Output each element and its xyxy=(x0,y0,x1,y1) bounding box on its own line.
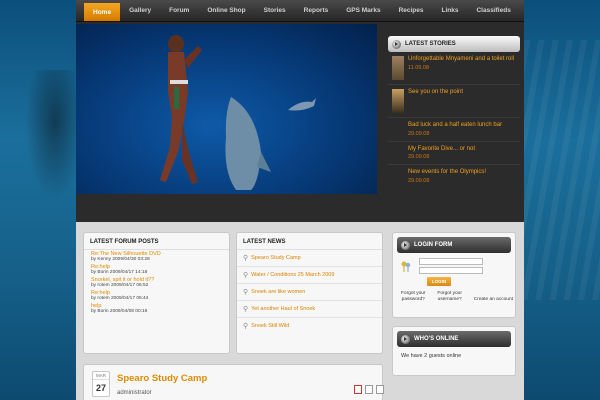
news-item[interactable]: ⚲ Snoek are like women xyxy=(237,284,382,301)
paperclip-icon: ⚲ xyxy=(243,289,249,296)
shark-image xyxy=(225,97,271,190)
news-item[interactable]: ⚲ Water / Conditions 25 March 2009 xyxy=(237,267,382,284)
forum-post-meta: by Borin 2009/04/17 14:18 xyxy=(91,270,148,275)
create-account-label: Create an account xyxy=(473,297,513,302)
story-thumbnail xyxy=(392,89,404,113)
latest-forum-posts-panel: LATEST FORUM POSTS Re:The New Silhouette… xyxy=(83,232,230,354)
story-item[interactable]: New events for the Olympics! 29.09.08 xyxy=(388,165,520,188)
paperclip-icon: ⚲ xyxy=(243,255,249,262)
story-item[interactable]: See you on the point xyxy=(388,85,520,118)
whos-online-panel: WHO'S ONLINE We have 2 guests online xyxy=(392,326,516,376)
latest-news-panel: LATEST NEWS ⚲ Spearo Study Camp ⚲ Water … xyxy=(236,232,383,354)
forum-post: Re:The New Silhouette DVD by Kenny 2009/… xyxy=(84,250,229,263)
news-item[interactable]: ⚲ Spearo Study Camp xyxy=(237,250,382,267)
latest-stories-title: LATEST STORIES xyxy=(405,41,456,47)
news-link[interactable]: Snoek are like women xyxy=(251,289,305,295)
story-title[interactable]: New events for the Olympics! xyxy=(408,169,486,177)
news-link[interactable]: Yet another Haul of Snoek xyxy=(251,306,315,312)
story-title[interactable]: See you on the point xyxy=(408,89,463,97)
story-date: 29.09.08 xyxy=(408,154,430,160)
login-button[interactable]: LOGIN xyxy=(427,277,451,286)
article-author: administrator xyxy=(117,390,152,396)
login-form-panel: LOGIN FORM LOGIN Forgot your password? F… xyxy=(392,232,516,318)
news-link[interactable]: Water / Conditions 25 March 2009 xyxy=(251,272,334,278)
forum-post-meta: by rotem 2009/04/17 06:52 xyxy=(91,283,149,288)
arrow-bullet-icon xyxy=(401,334,410,344)
login-form-title: LOGIN FORM xyxy=(414,242,453,248)
nav-links[interactable]: Links xyxy=(433,0,468,21)
latest-stories-header: LATEST STORIES xyxy=(388,36,520,52)
forum-post: Re:help by Borin 2009/04/17 14:18 xyxy=(84,263,229,276)
story-date: 29.09.08 xyxy=(408,130,430,137)
nav-recipes[interactable]: Recipes xyxy=(390,0,433,21)
article-title[interactable]: Spearo Study Camp xyxy=(117,373,207,384)
news-link[interactable]: Spearo Study Camp xyxy=(251,255,301,261)
print-icon[interactable] xyxy=(365,385,373,394)
forgot-username-line2: username? xyxy=(437,297,462,302)
article-panel: MAR 27 Spearo Study Camp administrator xyxy=(83,364,384,400)
paperclip-icon: ⚲ xyxy=(243,272,249,279)
page-container: Home Gallery Forum Online Shop Stories R… xyxy=(76,0,524,400)
fish-image xyxy=(288,98,316,111)
nav-stories[interactable]: Stories xyxy=(255,0,295,21)
nav-online-shop[interactable]: Online Shop xyxy=(198,0,254,21)
nav-home[interactable]: Home xyxy=(84,3,121,21)
password-field[interactable] xyxy=(419,267,483,274)
story-title[interactable]: Bad luck and a half eaten lunch bar xyxy=(408,122,502,130)
whos-online-title: WHO'S ONLINE xyxy=(414,336,459,342)
latest-news-title: LATEST NEWS xyxy=(237,233,382,250)
nav-gallery[interactable]: Gallery xyxy=(120,0,160,21)
forum-post-meta: by rotem 2009/04/17 05:44 xyxy=(91,296,149,301)
login-form-body: LOGIN Forgot your password? Forgot your … xyxy=(397,253,513,303)
login-form-header: LOGIN FORM xyxy=(397,237,511,253)
story-date: 29.09.08 xyxy=(408,177,430,184)
paperclip-icon: ⚲ xyxy=(243,306,249,313)
top-section: LATEST STORIES Unforgettable Mnyameni an… xyxy=(76,22,524,222)
latest-stories-panel: LATEST STORIES Unforgettable Mnyameni an… xyxy=(388,36,520,216)
forgot-password-line2: password? xyxy=(401,297,425,302)
forum-post: help by Borin 2009/04/08 00:19 xyxy=(84,302,229,315)
news-item[interactable]: ⚲ Snoek Still Wild xyxy=(237,318,382,334)
news-item[interactable]: ⚲ Yet another Haul of Snoek xyxy=(237,301,382,318)
article-day: 27 xyxy=(95,383,106,393)
paperclip-icon: ⚲ xyxy=(243,323,249,330)
forgot-username-link[interactable]: Forgot your username? xyxy=(437,291,462,303)
story-date: 11.09.08 xyxy=(408,64,430,71)
keys-icon xyxy=(401,261,411,272)
story-item[interactable]: Bad luck and a half eaten lunch bar 29.0… xyxy=(388,118,520,142)
diver-image xyxy=(160,35,202,184)
article-date-badge: MAR 27 xyxy=(92,371,110,397)
forum-post: Re:help by rotem 2009/04/17 05:44 xyxy=(84,289,229,302)
nav-forum[interactable]: Forum xyxy=(160,0,198,21)
whos-online-header: WHO'S ONLINE xyxy=(397,331,511,347)
nav-reports[interactable]: Reports xyxy=(295,0,338,21)
story-thumbnail xyxy=(392,56,404,80)
news-link[interactable]: Snoek Still Wild xyxy=(251,323,289,329)
article-tools xyxy=(354,385,384,394)
nav-gps-marks[interactable]: GPS Marks xyxy=(337,0,389,21)
story-title[interactable]: Unforgettable Mnyameni and a toilet roll xyxy=(408,56,514,64)
whos-online-text: We have 2 guests online xyxy=(401,353,462,359)
forum-post-meta: by Borin 2009/04/08 00:19 xyxy=(91,309,148,314)
story-item[interactable]: Unforgettable Mnyameni and a toilet roll… xyxy=(388,52,520,85)
email-icon[interactable] xyxy=(376,385,384,394)
nav-classifieds[interactable]: Classifieds xyxy=(467,0,519,21)
hero-image[interactable] xyxy=(76,24,377,194)
arrow-bullet-icon xyxy=(392,39,401,49)
main-nav: Home Gallery Forum Online Shop Stories R… xyxy=(76,0,524,22)
arrow-bullet-icon xyxy=(401,240,410,250)
pdf-icon[interactable] xyxy=(354,385,362,394)
story-item[interactable]: My Favorite Dive... or not 29.09.08 xyxy=(388,142,520,165)
forum-post: Snorkel, spit it or hold it?? by rotem 2… xyxy=(84,276,229,289)
article-month: MAR xyxy=(93,372,109,380)
forum-post-meta: by Kenny 2009/04/30 03:28 xyxy=(91,257,150,262)
login-links: Forgot your password? Forgot your userna… xyxy=(401,291,513,303)
story-title[interactable]: My Favorite Dive... or not xyxy=(408,146,475,154)
create-account-link[interactable]: Create an account xyxy=(474,297,513,303)
forgot-password-link[interactable]: Forgot your password? xyxy=(401,291,426,303)
forum-posts-title: LATEST FORUM POSTS xyxy=(84,233,229,250)
username-field[interactable] xyxy=(419,258,483,265)
